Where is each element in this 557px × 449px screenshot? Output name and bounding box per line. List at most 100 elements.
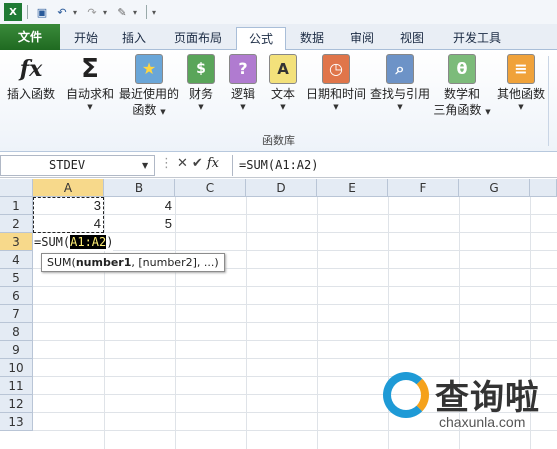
customize-qat-icon[interactable]: ▾	[152, 8, 156, 17]
cell-b1[interactable]: 4	[104, 197, 175, 215]
column-header[interactable]: E	[317, 179, 388, 197]
tooltip-rest: , [number2], ...)	[131, 256, 219, 269]
ribbon-function-library: fx 插入函数 Σ 自动求和 ▼ ★ 最近使用的 函数 ▼ $ 财务 ▼ ? 逻…	[0, 50, 557, 152]
dropdown-arrow-icon: ▼	[333, 103, 339, 111]
more-functions-button[interactable]: ≡ 其他函数 ▼	[493, 54, 549, 112]
tooltip-current-arg[interactable]: number1	[76, 256, 132, 269]
name-box[interactable]: STDEV	[0, 155, 155, 176]
column-header[interactable]: D	[246, 179, 317, 197]
math-trig-label-2: 三角函数 ▼	[433, 103, 491, 117]
cancel-icon[interactable]: ✕	[177, 156, 188, 171]
cell-a3-editing[interactable]: =SUM(A1:A2)	[33, 233, 114, 251]
math-trig-button[interactable]: θ 数学和 三角函数 ▼	[432, 54, 492, 118]
formula-range-highlight: A1:A2	[70, 235, 107, 249]
dropdown-arrow-icon: ▼	[87, 103, 93, 111]
lookup-reference-icon: ⌕	[386, 54, 414, 84]
dropdown-arrow-icon: ▼	[240, 103, 246, 111]
formula-prefix: =SUM(	[34, 235, 71, 249]
dropdown-arrow-icon: ▼	[160, 108, 166, 116]
logical-label: 逻辑	[230, 87, 255, 101]
row-header[interactable]: 2	[0, 215, 33, 233]
resize-dots-icon: ⋮	[160, 156, 173, 171]
undo-dropdown-icon[interactable]: ▾	[73, 8, 77, 17]
quick-access-toolbar: X ▣ ↶ ▾ ↷ ▾ ✎ ▾ ▾	[0, 0, 557, 24]
recent-functions-label: 最近使用的	[118, 87, 179, 101]
recent-functions-button[interactable]: ★ 最近使用的 函数 ▼	[118, 54, 180, 118]
text-icon: A	[269, 54, 297, 84]
math-trig-label: 数学和	[443, 87, 480, 101]
row-header[interactable]: 6	[0, 287, 33, 305]
autosum-label: 自动求和	[65, 87, 114, 101]
watermark-text: 查询啦	[435, 378, 540, 418]
column-header[interactable]	[530, 179, 557, 197]
dropdown-arrow-icon: ▼	[280, 103, 286, 111]
gridline	[33, 358, 557, 359]
more-dropdown-icon[interactable]: ▾	[133, 8, 137, 17]
gridline	[33, 322, 557, 323]
row-header[interactable]: 3	[0, 233, 33, 251]
financial-button[interactable]: $ 财务 ▼	[182, 54, 220, 112]
column-header[interactable]: B	[104, 179, 175, 197]
save-icon[interactable]: ▣	[33, 3, 51, 21]
cell-b2[interactable]: 5	[104, 215, 175, 233]
lookup-reference-button[interactable]: ⌕ 查找与引用 ▼	[369, 54, 431, 112]
tab-home[interactable]: 开始	[66, 27, 106, 49]
more-functions-icon: ≡	[507, 54, 535, 84]
logical-button[interactable]: ? 逻辑 ▼	[224, 54, 262, 112]
logical-icon: ?	[229, 54, 257, 84]
autosum-button[interactable]: Σ 自动求和 ▼	[63, 54, 117, 112]
formula-buttons: ⋮ ✕ ✔ fx	[160, 156, 219, 171]
fx-icon[interactable]: fx	[207, 156, 219, 171]
tab-data[interactable]: 数据	[292, 27, 332, 49]
formula-input[interactable]: =SUM(A1:A2)	[232, 155, 557, 176]
text-label: 文本	[270, 87, 295, 101]
row-header[interactable]: 7	[0, 305, 33, 323]
toolbar-separator	[146, 5, 148, 19]
dropdown-arrow-icon: ▼	[485, 108, 491, 116]
tab-formulas[interactable]: 公式	[236, 27, 286, 51]
redo-icon[interactable]: ↷	[83, 3, 101, 21]
tooltip-function: SUM(	[47, 256, 76, 269]
tab-file[interactable]: 文件	[0, 24, 60, 50]
select-all-corner[interactable]	[0, 179, 33, 197]
column-header[interactable]: C	[175, 179, 246, 197]
insert-function-icon: fx	[19, 56, 43, 82]
row-header[interactable]: 1	[0, 197, 33, 215]
column-header[interactable]: A	[33, 179, 104, 197]
tab-page-layout[interactable]: 页面布局	[165, 27, 231, 49]
tab-insert[interactable]: 插入	[114, 27, 154, 49]
tab-view[interactable]: 视图	[392, 27, 432, 49]
row-header[interactable]: 13	[0, 413, 33, 431]
row-header[interactable]: 11	[0, 377, 33, 395]
row-header[interactable]: 10	[0, 359, 33, 377]
tab-developer[interactable]: 开发工具	[446, 27, 508, 49]
autosum-icon: Σ	[81, 54, 99, 84]
ribbon-tabs: 文件 开始 插入 页面布局 公式 数据 审阅 视图 开发工具	[0, 24, 557, 51]
formula-suffix: )	[106, 235, 114, 249]
watermark-url: chaxunla.com	[439, 414, 526, 430]
undo-icon[interactable]: ↶	[53, 3, 71, 21]
row-header[interactable]: 8	[0, 323, 33, 341]
customize-icon[interactable]: ✎	[113, 3, 131, 21]
text-button[interactable]: A 文本 ▼	[264, 54, 302, 112]
financial-label: 财务	[188, 87, 213, 101]
date-time-button[interactable]: ◷ 日期和时间 ▼	[304, 54, 368, 112]
column-header[interactable]: F	[388, 179, 459, 197]
financial-icon: $	[187, 54, 215, 84]
name-box-dropdown-icon[interactable]: ▼	[142, 161, 148, 170]
insert-function-button[interactable]: fx 插入函数	[2, 54, 60, 102]
toolbar-separator	[27, 5, 28, 19]
row-header[interactable]: 9	[0, 341, 33, 359]
row-header[interactable]: 5	[0, 269, 33, 287]
row-header[interactable]: 12	[0, 395, 33, 413]
group-label: 函数库	[262, 134, 295, 147]
dropdown-arrow-icon: ▼	[397, 103, 403, 111]
function-tooltip[interactable]: SUM(number1, [number2], ...)	[41, 253, 225, 272]
tab-review[interactable]: 审阅	[342, 27, 382, 49]
more-functions-label: 其他函数	[496, 87, 545, 101]
row-header[interactable]: 4	[0, 251, 33, 269]
enter-icon[interactable]: ✔	[192, 156, 203, 171]
redo-dropdown-icon[interactable]: ▾	[103, 8, 107, 17]
column-header[interactable]: G	[459, 179, 530, 197]
insert-function-label: 插入函数	[6, 87, 55, 101]
